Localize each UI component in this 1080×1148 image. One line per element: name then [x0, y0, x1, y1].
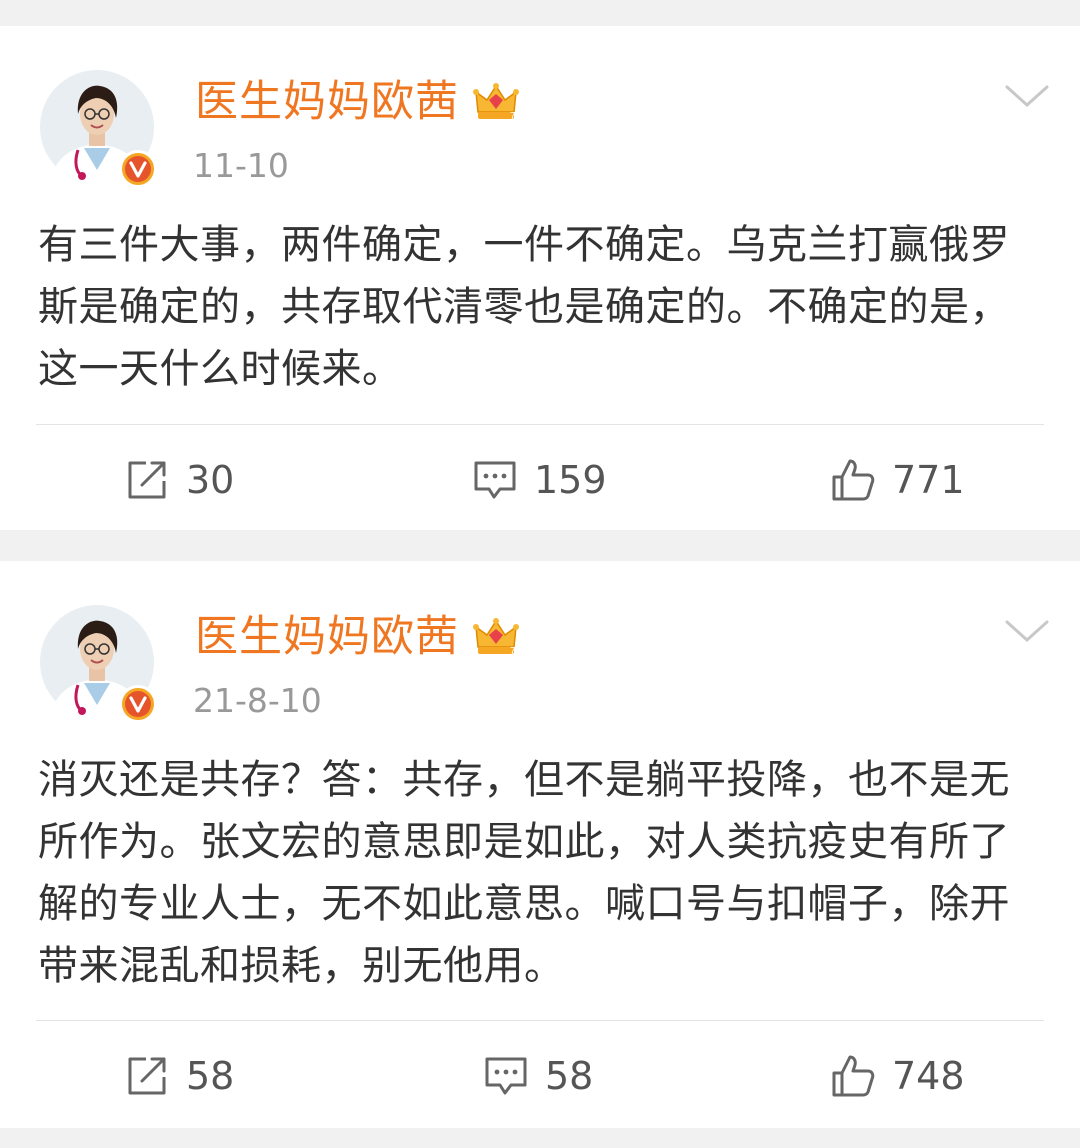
post-card[interactable]: 医生妈妈欧茜 7 11-10 有三件大事，两件确定，一件不确定。乌克兰打赢俄罗斯…: [0, 26, 1080, 530]
repost-button[interactable]: 30: [124, 450, 234, 510]
post-content: 有三件大事，两件确定，一件不确定。乌克兰打赢俄罗斯是确定的，共存取代清零也是确定…: [38, 222, 1010, 392]
like-count: 748: [892, 1054, 965, 1098]
repost-button[interactable]: 58: [124, 1046, 234, 1106]
comment-count: 159: [534, 458, 607, 502]
like-button[interactable]: 771: [830, 450, 965, 510]
action-bar: 58 58 748: [0, 1046, 1080, 1106]
like-icon: [832, 1055, 875, 1097]
verified-v-icon: [119, 150, 157, 188]
divider: [36, 1020, 1044, 1021]
post-content: 消灭还是共存？答：共存，但不是躺平投降，也不是无所作为。张文宏的意思即是如此，对…: [38, 757, 1010, 989]
like-icon: [832, 459, 875, 501]
username[interactable]: 医生妈妈欧茜: [195, 611, 459, 663]
comment-button[interactable]: 58: [483, 1046, 593, 1106]
chevron-down-icon[interactable]: [1003, 81, 1051, 111]
comment-count: 58: [545, 1054, 594, 1098]
crown-icon[interactable]: 7: [472, 613, 520, 661]
comment-icon: [474, 461, 516, 499]
crown-icon[interactable]: 7: [472, 78, 520, 126]
svg-text:7: 7: [510, 111, 516, 122]
username[interactable]: 医生妈妈欧茜: [195, 76, 459, 128]
comment-icon: [485, 1057, 527, 1095]
like-count: 771: [892, 458, 965, 502]
post-date: 21-8-10: [193, 681, 322, 720]
verified-v-icon: [119, 685, 157, 723]
post-card[interactable]: 医生妈妈欧茜 7 21-8-10 消灭还是共存？答：共存，但不是躺平投降，也不是…: [0, 561, 1080, 1128]
avatar[interactable]: [40, 605, 157, 723]
comment-button[interactable]: 159: [472, 450, 607, 510]
repost-icon: [128, 1057, 166, 1095]
repost-count: 30: [186, 458, 235, 502]
repost-count: 58: [186, 1054, 235, 1098]
post-date: 11-10: [193, 146, 289, 185]
avatar[interactable]: [40, 70, 157, 188]
weibo-feed: 医生妈妈欧茜 7 11-10 有三件大事，两件确定，一件不确定。乌克兰打赢俄罗斯…: [0, 0, 1080, 1148]
repost-icon: [128, 461, 166, 499]
action-bar: 30 159 771: [0, 450, 1080, 510]
like-button[interactable]: 748: [830, 1046, 965, 1106]
chevron-down-icon[interactable]: [1003, 616, 1051, 646]
svg-text:7: 7: [510, 646, 516, 657]
divider: [36, 424, 1044, 425]
